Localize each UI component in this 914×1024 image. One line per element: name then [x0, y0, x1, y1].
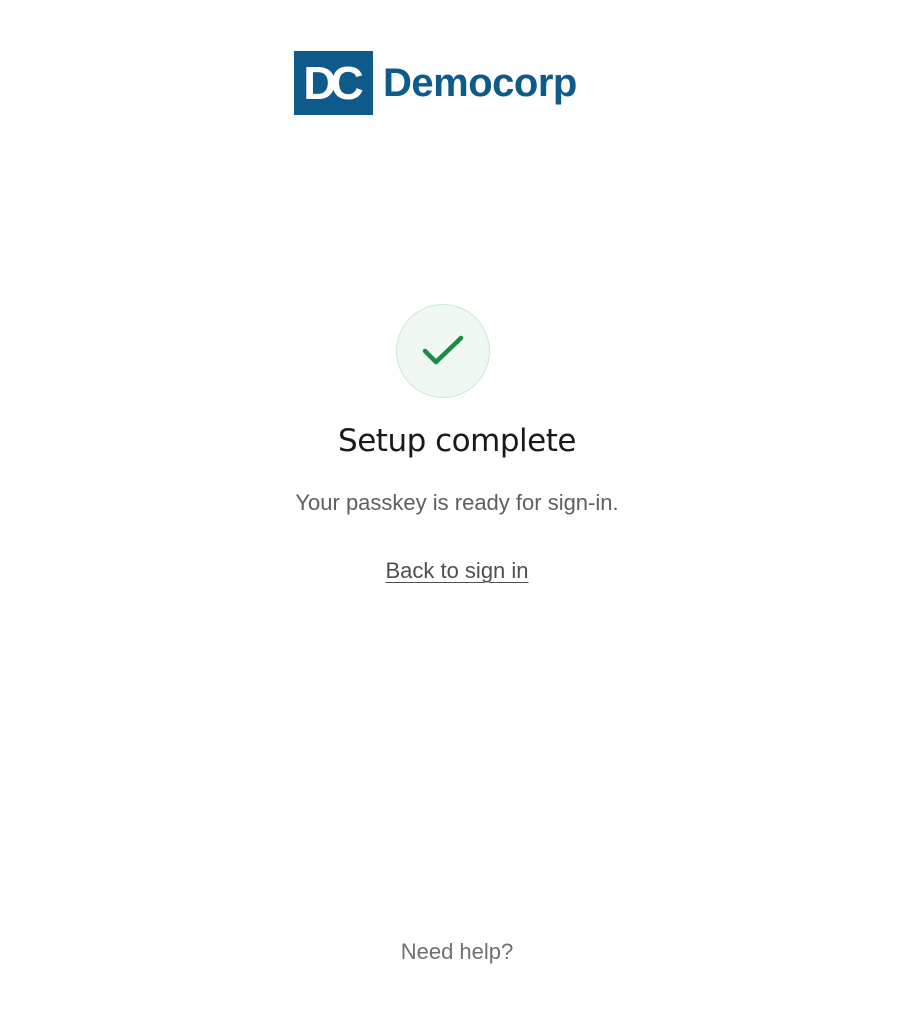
logo-mark-text: DC — [303, 57, 363, 109]
back-link-container: Back to sign in — [0, 558, 914, 584]
need-help-link[interactable]: Need help? — [401, 939, 514, 964]
logo-wordmark: Democorp — [383, 61, 577, 105]
democorp-logo: DC Democorp — [294, 51, 577, 115]
page-title: Setup complete — [338, 423, 576, 459]
help-link-container: Need help? — [0, 939, 914, 965]
back-to-sign-in-link[interactable]: Back to sign in — [385, 558, 528, 583]
status-message: Your passkey is ready for sign-in. — [295, 490, 619, 515]
check-icon — [422, 335, 464, 365]
logo-mark: DC — [294, 51, 373, 115]
success-badge — [396, 304, 490, 398]
